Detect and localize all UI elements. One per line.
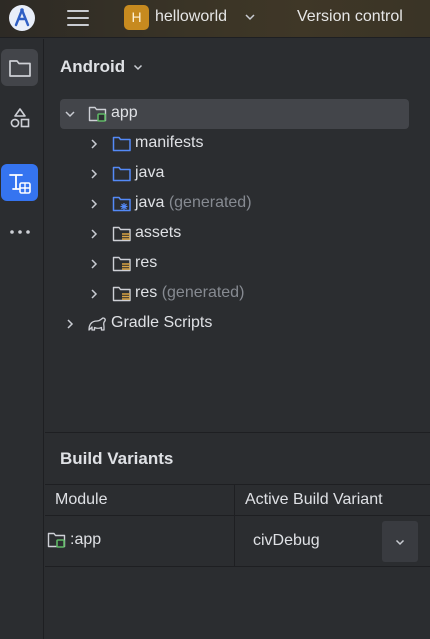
chevron-right-icon[interactable]	[88, 168, 100, 180]
tree-item-res[interactable]: res	[60, 249, 409, 279]
column-divider[interactable]	[234, 485, 235, 517]
table-header: Module Active Build Variant	[45, 484, 430, 517]
module-folder-icon	[47, 532, 66, 548]
project-name[interactable]: helloworld	[155, 8, 227, 26]
column-divider	[234, 517, 235, 567]
active-variant-value[interactable]: civDebug	[253, 532, 320, 550]
tree-item-app[interactable]: app	[60, 99, 409, 129]
chevron-right-icon[interactable]	[88, 288, 100, 300]
chevron-right-icon[interactable]	[88, 258, 100, 270]
column-header-active-build-variant[interactable]: Active Build Variant	[245, 491, 383, 509]
gradle-icon	[88, 317, 106, 331]
tree-item-label: app	[111, 104, 138, 121]
tree-item-label: assets	[135, 224, 182, 241]
tree-item-label-group: java (generated)	[135, 194, 252, 212]
chevron-right-icon[interactable]	[88, 138, 100, 150]
tree-item-label: res	[135, 254, 158, 271]
project-badge[interactable]: H	[124, 5, 149, 30]
build-variants-panel: Build Variants Module Active Build Varia…	[45, 432, 430, 639]
title-bar: H helloworld Version control	[0, 0, 430, 38]
tree-item-java[interactable]: java	[60, 159, 409, 189]
build-variants-icon	[8, 173, 31, 194]
tree-item-res-generated[interactable]: res (generated)	[60, 279, 409, 309]
resource-folder-icon	[112, 286, 131, 302]
tree-item-label: res	[135, 284, 158, 301]
tree-item-suffix: (generated)	[161, 284, 245, 301]
module-cell: :app	[47, 531, 101, 549]
module-name: :app	[70, 531, 102, 548]
resource-folder-icon	[112, 226, 131, 242]
generated-folder-icon	[112, 196, 131, 212]
chevron-down-icon[interactable]	[64, 108, 76, 120]
tree-item-label: java	[135, 194, 165, 211]
tool-window-strip	[0, 39, 44, 639]
tree-item-label: manifests	[135, 134, 204, 151]
project-tool-button[interactable]	[1, 49, 38, 86]
chevron-right-icon[interactable]	[88, 198, 100, 210]
project-view-label: Android	[60, 57, 126, 76]
chevron-down-icon	[395, 539, 405, 545]
tree-item-java-generated[interactable]: java (generated)	[60, 189, 409, 219]
tree-item-gradle-scripts[interactable]: Gradle Scripts	[60, 309, 409, 339]
chevron-right-icon[interactable]	[64, 318, 76, 330]
resource-manager-button[interactable]	[1, 99, 38, 136]
folder-icon	[112, 136, 131, 152]
project-panel: Android app manifests java java (generat…	[45, 39, 430, 432]
more-icon	[9, 229, 30, 234]
project-view-selector[interactable]: Android	[60, 57, 144, 77]
chevron-down-icon	[134, 64, 143, 71]
android-studio-logo[interactable]	[9, 5, 35, 31]
chevron-down-icon[interactable]	[243, 10, 257, 24]
chevron-right-icon[interactable]	[88, 228, 100, 240]
variant-dropdown-button[interactable]	[382, 521, 418, 562]
main-menu-icon[interactable]	[67, 7, 89, 27]
tree-item-label: java	[135, 164, 165, 181]
build-variants-title: Build Variants	[60, 449, 174, 468]
table-row[interactable]: :app civDebug	[45, 517, 430, 567]
shapes-icon	[10, 107, 29, 127]
tree-item-manifests[interactable]: manifests	[60, 129, 409, 159]
more-tools-button[interactable]	[1, 213, 38, 250]
folder-icon	[8, 59, 31, 77]
build-variants-button[interactable]	[1, 164, 38, 201]
column-header-module[interactable]: Module	[55, 491, 107, 509]
version-control-menu[interactable]: Version control	[297, 8, 403, 26]
folder-icon	[112, 166, 131, 182]
module-folder-icon	[88, 106, 107, 122]
tree-item-label-group: res (generated)	[135, 284, 244, 302]
resource-folder-icon	[112, 256, 131, 272]
tree-item-suffix: (generated)	[168, 194, 252, 211]
tree-item-assets[interactable]: assets	[60, 219, 409, 249]
tree-item-label: Gradle Scripts	[111, 314, 213, 331]
